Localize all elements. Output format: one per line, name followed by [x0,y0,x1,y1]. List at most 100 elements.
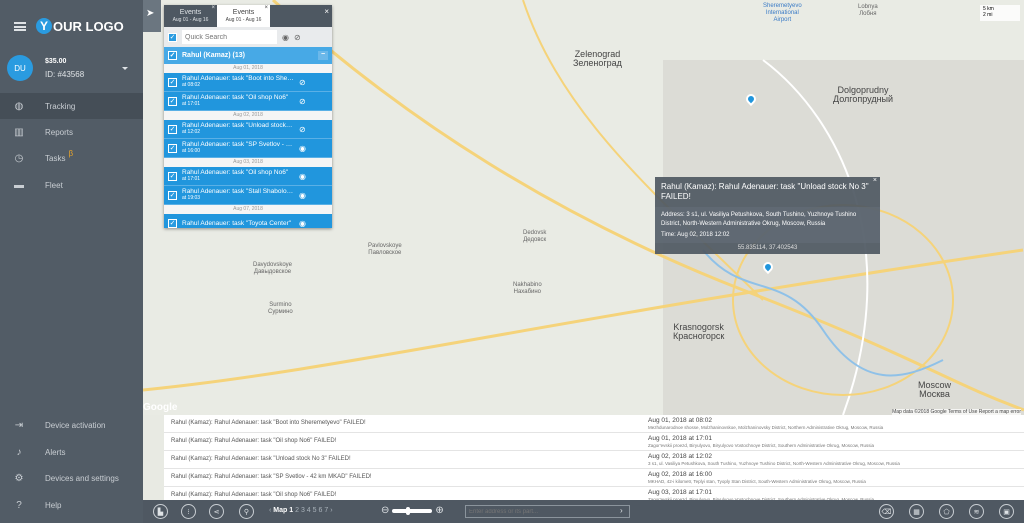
nav-alerts[interactable]: ♪ Alerts [0,439,143,465]
layers-icon[interactable]: ≋ [969,504,984,519]
event-item[interactable]: ✓ Rahul Adenauer: task "Oil shop No6" at 1… [164,92,332,111]
globe-icon: ◍ [14,100,24,112]
event-checkbox[interactable]: ✓ [168,96,177,106]
nav-fleet[interactable]: ▬ Fleet [0,172,143,198]
nav-reports[interactable]: ▥ Reports [0,119,143,145]
date-separator: Aug 03, 2018 [164,158,332,167]
map-page[interactable]: 2 [295,507,299,514]
chart-icon: ▥ [14,126,24,138]
car-icon: ▬ [14,179,24,191]
geofence-icon[interactable]: ⬠ [939,504,954,519]
map-page[interactable]: 6 [319,507,323,514]
eye-icon[interactable]: ◉ [299,144,306,153]
collapse-icon[interactable]: − [318,51,328,60]
nav-label: Tracking [45,101,76,111]
event-checkbox[interactable]: ✓ [168,143,177,153]
map-page[interactable]: 5 [313,507,317,514]
event-popup: × Rahul (Kamaz): Rahul Adenauer: task "U… [655,177,880,254]
zoom-slider[interactable] [392,506,433,515]
pin-icon[interactable]: ⚲ [239,504,254,519]
map-label: Dedovsk Дедовск [523,230,547,243]
list-row[interactable]: Rahul (Kamaz): Rahul Adenauer: task "Oil… [164,487,1024,500]
logo-text: OUR LOGO [53,18,124,34]
eye-off-icon[interactable]: ⊘ [299,125,306,134]
event-item[interactable]: ✓ Rahul Adenauer: task "Boot into Shereme… [164,73,332,92]
date-separator: Aug 01, 2018 [164,64,332,73]
nav-devices-settings[interactable]: ⚙ Devices and settings [0,465,143,491]
event-checkbox[interactable]: ✓ [168,218,177,228]
balance: $35.00 [45,57,67,65]
list-row[interactable]: Rahul (Kamaz): Rahul Adenauer: task "Oil… [164,433,1024,451]
list-row[interactable]: Rahul (Kamaz): Rahul Adenauer: task "Boo… [164,415,1024,433]
map-page[interactable]: 3 [301,507,305,514]
list-row[interactable]: Rahul (Kamaz): Rahul Adenauer: task "Unl… [164,451,1024,469]
event-datetime: Aug 03, 2018 at 17:01 [648,489,712,496]
ruler-icon[interactable]: ▙ [153,504,168,519]
event-checkbox[interactable]: ✓ [168,171,177,181]
eye-off-icon[interactable]: ⊘ [299,78,306,87]
date-separator: Aug 07, 2018 [164,205,332,214]
event-checkbox[interactable]: ✓ [168,190,177,200]
event-time: at 12:02 [182,129,201,135]
share-icon[interactable]: ⋖ [209,504,224,519]
tab-events-1[interactable]: Events Aug 01 - Aug 16 × [164,5,217,27]
building-icon[interactable]: ▦ [909,504,924,519]
eye-icon[interactable]: ◉ [282,33,289,42]
event-address: Mezhdunarodnoe shosse, Molzhaninovskoe, … [648,425,884,430]
chevron-right-icon[interactable]: › [620,506,623,515]
list-row[interactable]: Rahul (Kamaz): Rahul Adenauer: task "SP … [164,469,1024,487]
traffic-icon[interactable]: ⁝ [181,504,196,519]
zoom-out-icon[interactable]: ⊖ [381,505,389,516]
close-icon: × [211,5,215,11]
nav-label: Device activation [45,420,106,430]
event-time: at 16:00 [182,148,201,154]
popup-address: Address: 3 s1, ul. Vasiliya Petushkova, … [661,212,857,227]
map-label: Surmino Сурмино [268,302,293,315]
quick-search-input[interactable] [182,30,277,44]
group-checkbox[interactable]: ✓ [168,51,177,60]
nav-label: Help [45,500,62,510]
close-icon[interactable]: × [873,177,877,184]
nav-tracking[interactable]: ◍ Tracking [0,93,143,119]
eye-icon[interactable]: ◉ [299,191,306,200]
nav-device-activation[interactable]: ⇥ Device activation [0,412,143,438]
event-item[interactable]: ✓ Rahul Adenauer: task "Toyota Center" ◉ [164,214,332,228]
navigate-icon[interactable]: ➤ [146,8,154,19]
eye-off-icon[interactable]: ⊘ [299,97,306,106]
event-title: Rahul Adenauer: task "Oil shop No6" [182,169,289,176]
tab-events-2[interactable]: Events Aug 01 - Aug 16 × [217,5,270,27]
zoom-control[interactable]: ⊖ ⊕ [381,505,444,516]
event-item[interactable]: ✓ Rahul Adenauer: task "SP Svetlov - 42 k… [164,139,332,158]
eye-off-icon[interactable]: ⊘ [294,33,301,42]
user-block[interactable]: DU $35.00 ID: #43568 [7,55,84,81]
map-label: Davydovskoye Давыдовское [253,262,293,275]
close-icon[interactable]: × [324,7,329,16]
eraser-icon[interactable]: ⌫ [879,504,894,519]
nav-tasks[interactable]: ◷ Tasks β [0,145,143,171]
address-search-input[interactable] [465,505,630,518]
event-checkbox[interactable]: ✓ [168,77,177,87]
select-all-checkbox[interactable]: ✓ [168,32,177,42]
map-label: Krasnogorsk Красногорск [673,322,725,341]
nav-label: Devices and settings [45,473,119,483]
nav-help[interactable]: ? Help [0,492,143,518]
fullscreen-icon[interactable]: ▣ [999,504,1014,519]
event-item[interactable]: ✓ Rahul Adenauer: task "Stall Shabolovka"… [164,186,332,205]
chevron-down-icon[interactable] [122,67,128,70]
map-label: Moscow Москва [918,380,952,399]
map-label: Dolgoprudny Долгопрудный [833,85,894,104]
menu-icon[interactable] [14,21,26,31]
map-page[interactable]: 4 [307,507,311,514]
map-page[interactable]: Map 1 [273,507,293,514]
event-item[interactable]: ✓ Rahul Adenauer: task "Unload stock No 3… [164,120,332,139]
eye-icon[interactable]: ◉ [299,219,306,228]
zoom-in-icon[interactable]: ⊕ [435,505,443,516]
next-icon[interactable]: › [328,507,332,514]
event-time: at 08:02 [182,82,201,88]
popup-coords: 55.835114, 37.402543 [737,245,798,251]
eye-icon[interactable]: ◉ [299,172,306,181]
event-item[interactable]: ✓ Rahul Adenauer: task "Oil shop No6" at 1… [164,167,332,186]
event-checkbox[interactable]: ✓ [168,124,177,134]
group-header[interactable]: ✓ Rahul (Kamaz) (13) − [164,47,332,64]
event-title: Rahul Adenauer: task "Stall Shabolovka" [182,188,294,195]
